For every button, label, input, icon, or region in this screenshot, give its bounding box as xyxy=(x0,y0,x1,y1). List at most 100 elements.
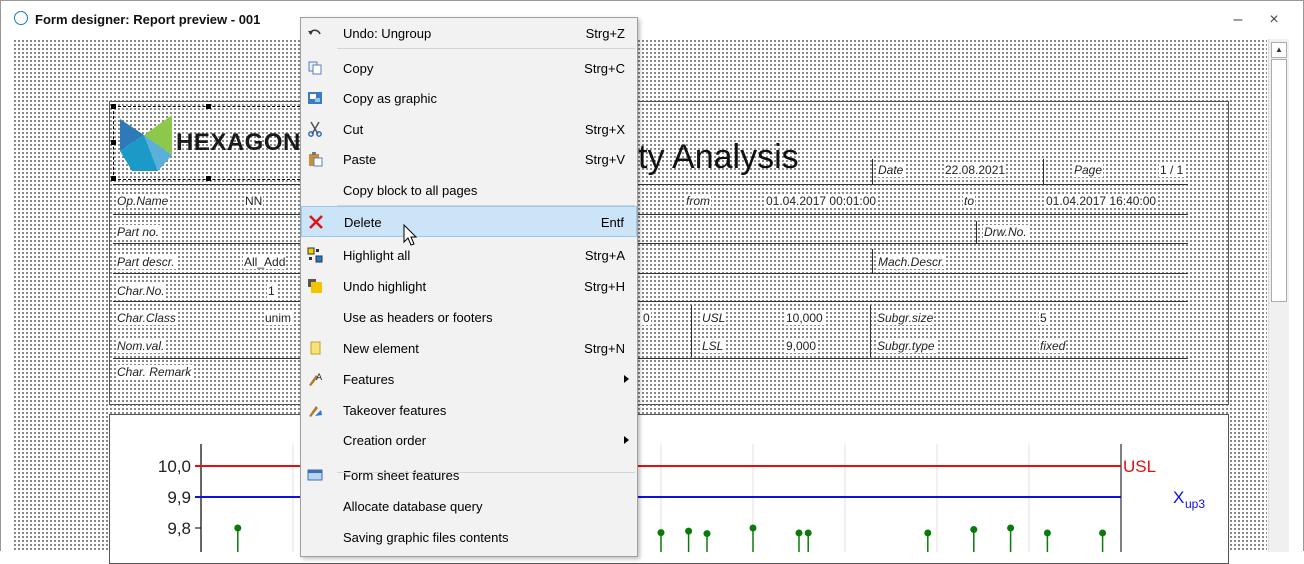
menu-item-use-as-headers-or-footers[interactable]: Use as headers or footers xyxy=(301,302,637,333)
menu-item-shortcut: Strg+A xyxy=(584,248,625,263)
app-icon xyxy=(14,11,28,25)
menu-item-paste[interactable]: Paste Strg+V xyxy=(301,144,637,175)
menu-item-shortcut: Strg+C xyxy=(584,61,625,76)
data-point xyxy=(657,529,665,537)
menu-separator xyxy=(337,205,635,206)
menu-item-label: Creation order xyxy=(343,433,427,448)
subgrtype-label: Subgr.type xyxy=(876,339,936,353)
nomval-label: Nom.val. xyxy=(116,339,166,353)
menu-item-copy[interactable]: Copy Strg+C xyxy=(301,53,637,84)
y-tick-label: 9,9 xyxy=(167,488,191,507)
header-divider xyxy=(872,159,873,184)
header-rule xyxy=(113,358,1188,359)
to-value: 01.04.2017 16:40:00 xyxy=(1045,194,1158,208)
scroll-up-icon[interactable]: ▲ xyxy=(1271,42,1287,58)
page-label: Page xyxy=(1073,163,1104,177)
charclass-label: Char.Class xyxy=(116,311,177,325)
menu-item-label: Undo highlight xyxy=(343,279,427,294)
header-divider xyxy=(691,305,692,357)
header-rule xyxy=(113,184,1188,185)
menu-item-cut[interactable]: Cut Strg+X xyxy=(301,114,637,145)
window-title: Form designer: Report preview - 001 xyxy=(35,12,261,27)
y-tick-label: 9,8 xyxy=(167,519,191,538)
menu-item-creation-order[interactable]: Creation order xyxy=(301,425,637,456)
header-rule xyxy=(113,273,1188,274)
header-divider xyxy=(976,221,977,243)
form-sheet-icon xyxy=(307,469,323,481)
charremark-label: Char. Remark xyxy=(116,365,193,379)
scroll-thumb[interactable] xyxy=(1271,59,1287,302)
features-icon: A xyxy=(309,373,323,386)
logo-text: HEXAGON xyxy=(176,129,301,156)
subgrsize-value: 5 xyxy=(1039,311,1048,325)
menu-item-undo-highlight[interactable]: Undo highlight Strg+H xyxy=(301,271,637,302)
header-rule xyxy=(113,214,1188,215)
vertical-scrollbar[interactable]: ▲ xyxy=(1268,39,1289,552)
menu-item-delete[interactable]: Delete Entf xyxy=(301,206,637,237)
machdescr-label: Mach.Descr. xyxy=(877,255,946,269)
menu-item-copy-block-to-all-pages[interactable]: Copy block to all pages xyxy=(301,175,637,206)
menu-item-shortcut: Strg+Z xyxy=(585,26,625,41)
opname-value: NN xyxy=(244,194,264,208)
menu-item-new-element[interactable]: New element Strg+N xyxy=(301,333,637,364)
takeover-features-icon xyxy=(309,406,322,417)
header-divider xyxy=(870,305,871,357)
menu-item-label: Copy as graphic xyxy=(343,91,437,106)
data-point xyxy=(795,529,803,537)
menu-item-allocate-database-query[interactable]: Allocate database query xyxy=(301,491,637,522)
menu-item-form-sheet-features[interactable]: Form sheet features xyxy=(301,460,637,491)
partno-label: Part no. xyxy=(116,225,161,239)
charclass-value: unim xyxy=(264,311,293,325)
svg-text:A: A xyxy=(316,373,323,383)
menu-item-label: Use as headers or footers xyxy=(343,310,493,325)
menu-item-shortcut: Strg+V xyxy=(584,152,625,167)
form-designer-window: Form designer: Report preview - 001 – × … xyxy=(0,0,1304,564)
subgrsize-label: Subgr.size xyxy=(876,311,935,325)
new-element-icon xyxy=(310,341,321,355)
to-label: to xyxy=(963,194,976,208)
usl-value: 10,000 xyxy=(785,311,824,325)
header-rule xyxy=(113,301,1188,302)
paste-icon xyxy=(309,152,323,167)
menu-item-label: Highlight all xyxy=(343,248,411,263)
close-button[interactable]: × xyxy=(1259,9,1289,31)
menu-item-label: Paste xyxy=(343,152,377,167)
menu-item-features[interactable]: A Features xyxy=(301,364,637,395)
xup3-label: X xyxy=(1173,488,1184,507)
menu-item-takeover-features[interactable]: Takeover features xyxy=(301,395,637,426)
data-point xyxy=(703,530,711,538)
menu-item-shortcut: Entf xyxy=(600,215,624,230)
hexagon-logo-icon xyxy=(120,115,172,171)
submenu-arrow-icon xyxy=(624,436,629,444)
menu-item-label: Form sheet features xyxy=(343,468,460,483)
minimize-button[interactable]: – xyxy=(1223,9,1253,31)
lsl-value: 9,000 xyxy=(785,339,818,353)
menu-item-label: Features xyxy=(343,372,395,387)
copy-graphic-icon xyxy=(308,92,322,104)
data-point xyxy=(685,527,693,535)
menu-item-undo-ungroup[interactable]: Undo: Ungroup Strg+Z xyxy=(301,18,637,49)
menu-item-shortcut: Strg+H xyxy=(584,279,625,294)
menu-item-copy-as-graphic[interactable]: Copy as graphic xyxy=(301,83,637,114)
charno-value: 1 xyxy=(267,284,276,298)
data-point xyxy=(970,526,978,534)
menu-item-label: Cut xyxy=(343,122,364,137)
menu-item-label: Copy xyxy=(343,61,374,76)
header-divider xyxy=(872,249,873,273)
menu-item-saving-graphic-files-contents[interactable]: Saving graphic files contents xyxy=(301,522,637,553)
zero-value: 0 xyxy=(642,311,651,325)
opname-label: Op.Name xyxy=(116,194,170,208)
y-tick-label: 10,0 xyxy=(158,457,191,476)
drwno-label: Drw.No. xyxy=(983,225,1028,239)
mouse-cursor-icon xyxy=(403,224,418,246)
scissors-icon xyxy=(308,121,322,137)
menu-item-label: Saving graphic files contents xyxy=(343,530,509,545)
menu-item-highlight-all[interactable]: Highlight all Strg+A xyxy=(301,240,637,271)
partdescr-value: All_Add xyxy=(243,255,287,269)
data-point xyxy=(1043,529,1051,537)
charno-label: Char.No. xyxy=(116,284,166,298)
menu-item-label: Copy block to all pages xyxy=(343,183,478,198)
data-point xyxy=(804,529,812,537)
page-value: 1 / 1 xyxy=(1159,163,1185,177)
usl-label: USL xyxy=(701,311,727,325)
